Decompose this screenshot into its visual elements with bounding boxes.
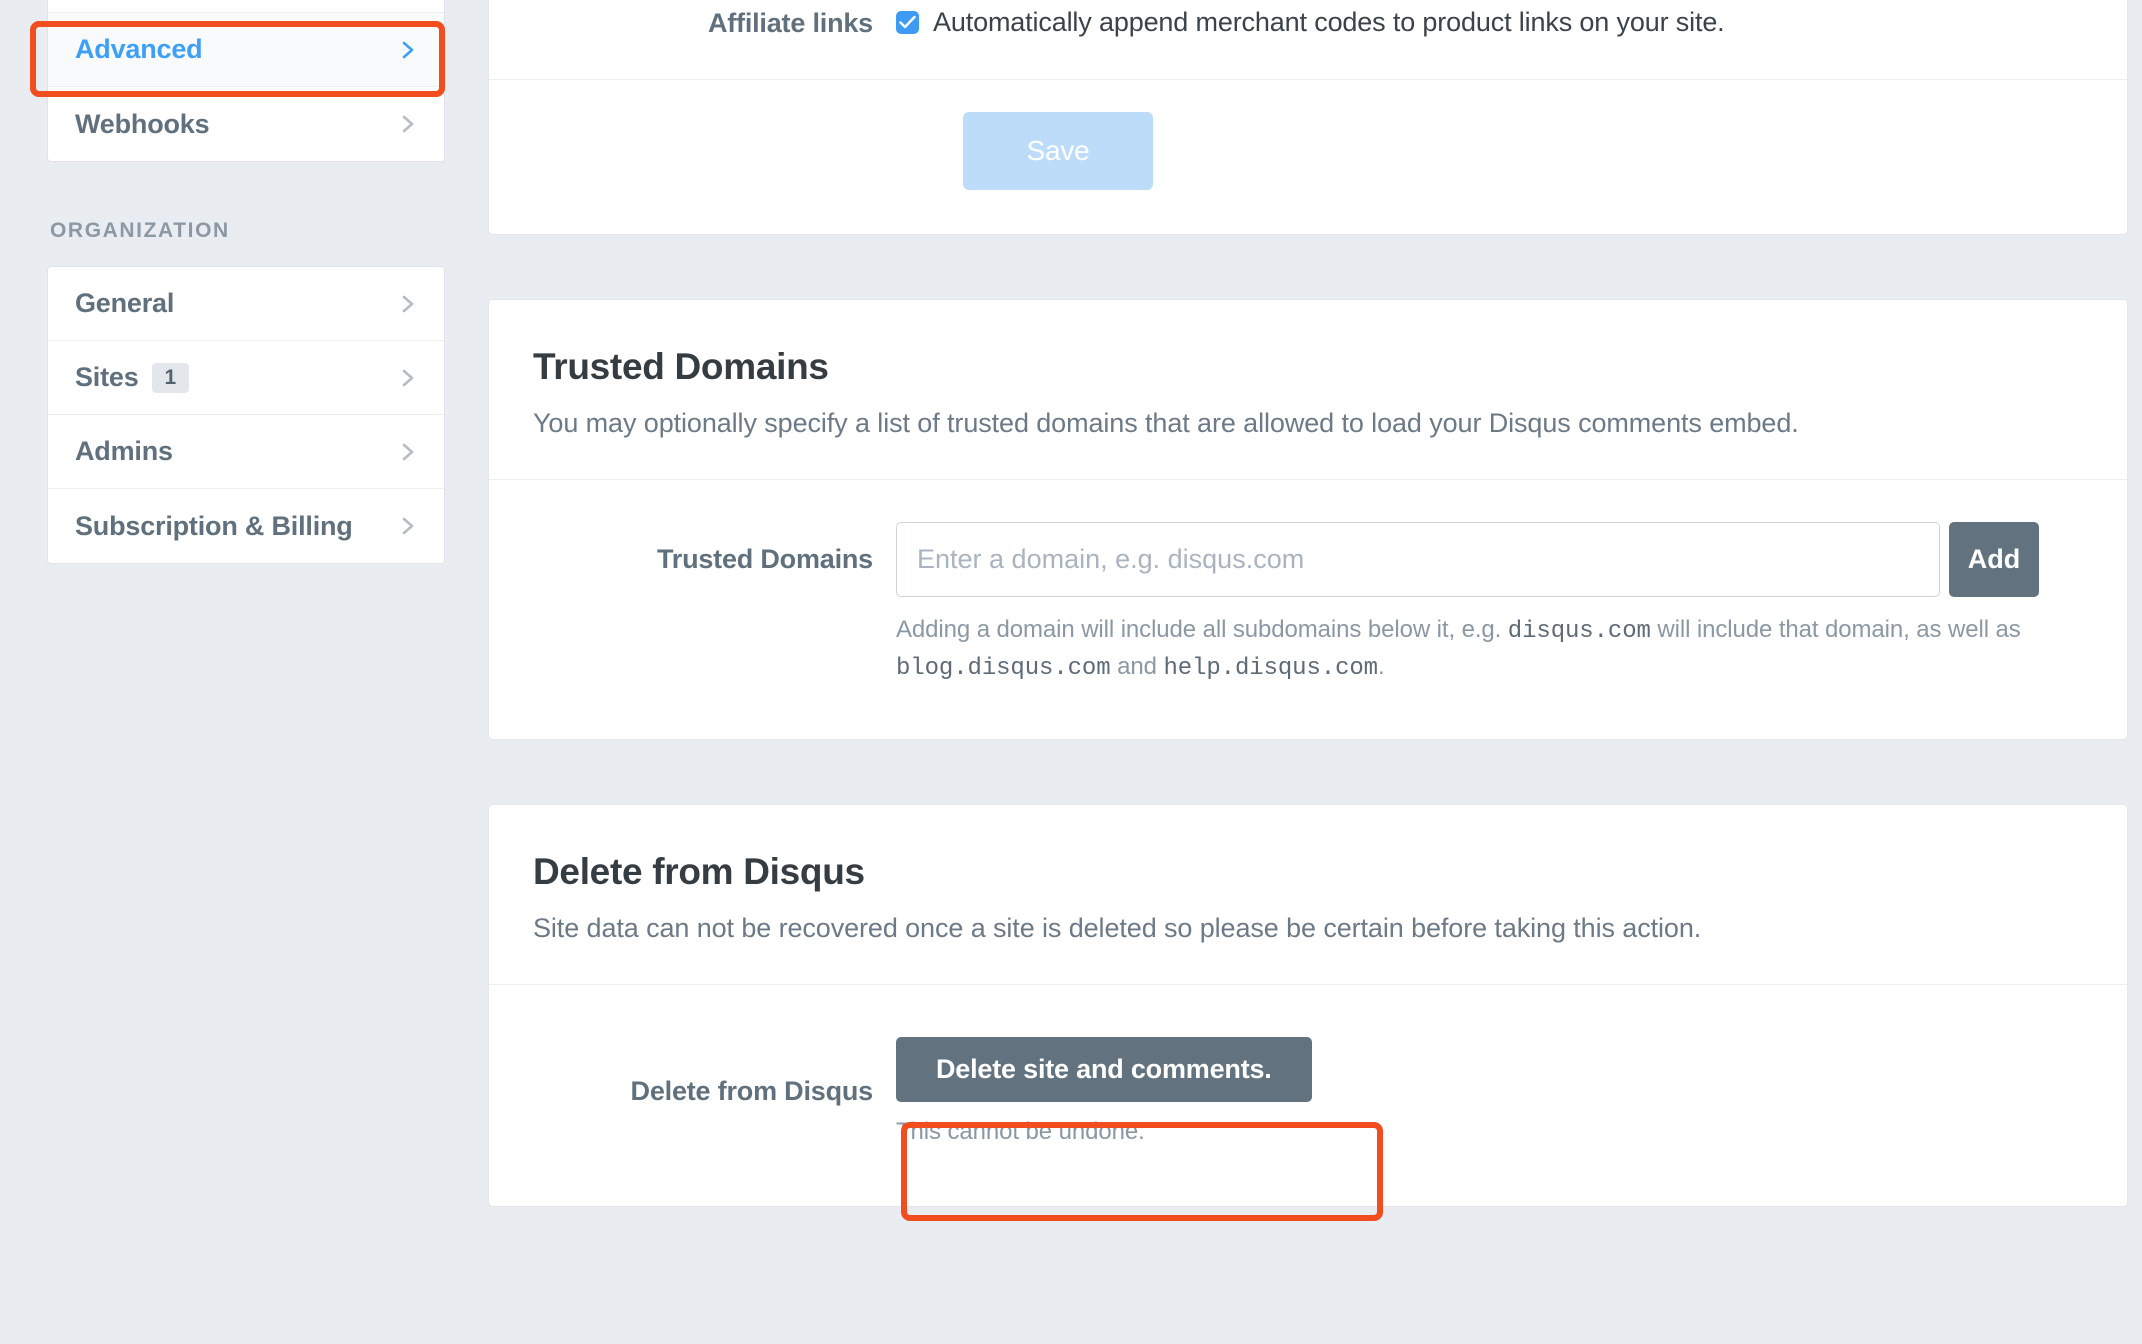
card-delete-from-disqus: Delete from Disqus Site data can not be …: [488, 803, 2128, 1207]
delete-title: Delete from Disqus: [533, 850, 865, 892]
sidebar-item-label: Admins: [75, 436, 173, 466]
delete-site-and-comments-button[interactable]: Delete site and comments.: [896, 1036, 1312, 1102]
affiliate-checkbox-label: Automatically append merchant codes to p…: [933, 7, 1725, 37]
chevron-right-icon: [398, 368, 418, 388]
help-code-blog: blog.disqus.com: [896, 654, 1111, 682]
affiliate-body: Affiliate links Automatically append mer…: [489, 0, 2127, 79]
settings-page: Advanced Webhooks ORGANIZATION General S…: [0, 0, 2142, 1344]
help-text-part-1: Adding a domain will include all subdoma…: [896, 616, 1502, 643]
sidebar-item-label: Webhooks: [75, 108, 210, 139]
card-affiliate-links: Affiliate links Automatically append mer…: [488, 0, 2128, 235]
save-button[interactable]: Save: [963, 112, 1153, 190]
chevron-right-icon: [398, 40, 418, 60]
trusted-domains-description: You may optionally specify a list of tru…: [533, 408, 1799, 438]
sidebar-item-subscription-billing[interactable]: Subscription & Billing: [48, 489, 444, 563]
delete-header: Delete from Disqus Site data can not be …: [489, 805, 2127, 985]
sidebar-item-webhooks[interactable]: Webhooks: [48, 87, 444, 161]
sidebar: Advanced Webhooks ORGANIZATION General S…: [47, 0, 445, 564]
delete-field-label: Delete from Disqus: [630, 1075, 874, 1106]
main-content: Affiliate links Automatically append mer…: [488, 0, 2128, 1207]
sidebar-item-advanced[interactable]: Advanced: [48, 13, 444, 87]
sidebar-item-admins[interactable]: Admins: [48, 415, 444, 489]
help-text-part-2: will include that domain, as well as: [1657, 616, 2021, 643]
delete-note: This cannot be undone.: [896, 1117, 1145, 1145]
sidebar-organization-nav: General Sites 1 Admins Subscription & Bi…: [47, 266, 445, 564]
delete-description: Site data can not be recovered once a si…: [533, 912, 1702, 943]
trusted-domains-title: Trusted Domains: [533, 346, 829, 387]
affiliate-checkbox[interactable]: [896, 11, 919, 34]
help-text-part-3: and: [1117, 652, 1157, 680]
delete-button-wrap: Delete site and comments.: [896, 1036, 1312, 1102]
help-code-disqus: disqus.com: [1507, 618, 1651, 645]
sidebar-item-label: Advanced: [75, 34, 203, 64]
trusted-domains-field-label: Trusted Domains: [656, 544, 873, 574]
chevron-right-icon: [398, 114, 418, 134]
trusted-domains-control: Add Adding a domain will include all sub…: [896, 522, 2083, 687]
sidebar-item-sites[interactable]: Sites 1: [48, 341, 444, 415]
trusted-domains-header: Trusted Domains You may optionally speci…: [489, 300, 2127, 480]
chevron-right-icon: [398, 516, 418, 536]
help-text-part-4: .: [1378, 652, 1385, 680]
sidebar-item-label: General: [75, 288, 175, 318]
add-domain-button[interactable]: Add: [1949, 522, 2039, 597]
delete-row: Delete from Disqus Delete site and comme…: [489, 1036, 2083, 1146]
chevron-right-icon: [398, 294, 418, 314]
sidebar-item-label: Sites: [75, 362, 139, 392]
sidebar-primary-nav: Advanced Webhooks: [47, 0, 445, 162]
save-section: Save: [489, 79, 2127, 234]
help-code-help: help.disqus.com: [1163, 654, 1378, 682]
chevron-right-icon: [398, 442, 418, 462]
trusted-domains-input[interactable]: [896, 522, 1940, 597]
sidebar-item-label: Subscription & Billing: [75, 510, 353, 541]
trusted-domains-input-group: Add: [896, 522, 2039, 597]
affiliate-links-control: Automatically append merchant codes to p…: [896, 7, 2127, 38]
sidebar-group-heading-organization: ORGANIZATION: [50, 219, 230, 242]
affiliate-checkbox-row[interactable]: Automatically append merchant codes to p…: [896, 7, 2127, 38]
affiliate-links-row: Affiliate links Automatically append mer…: [489, 0, 2127, 79]
trusted-domains-help-text: Adding a domain will include all subdoma…: [896, 613, 2039, 687]
delete-body: Delete from Disqus Delete site and comme…: [489, 985, 2127, 1206]
affiliate-links-label: Affiliate links: [707, 8, 873, 38]
delete-control: Delete site and comments. This cannot be…: [896, 1036, 2083, 1146]
trusted-domains-body: Trusted Domains Add Adding a domain will…: [489, 480, 2127, 739]
sites-count-badge: 1: [151, 362, 190, 393]
card-trusted-domains: Trusted Domains You may optionally speci…: [488, 299, 2128, 740]
sidebar-item-truncated: [48, 0, 444, 13]
trusted-domains-row: Trusted Domains Add Adding a domain will…: [489, 522, 2083, 687]
sidebar-item-general[interactable]: General: [48, 267, 444, 341]
check-icon: [899, 15, 916, 29]
